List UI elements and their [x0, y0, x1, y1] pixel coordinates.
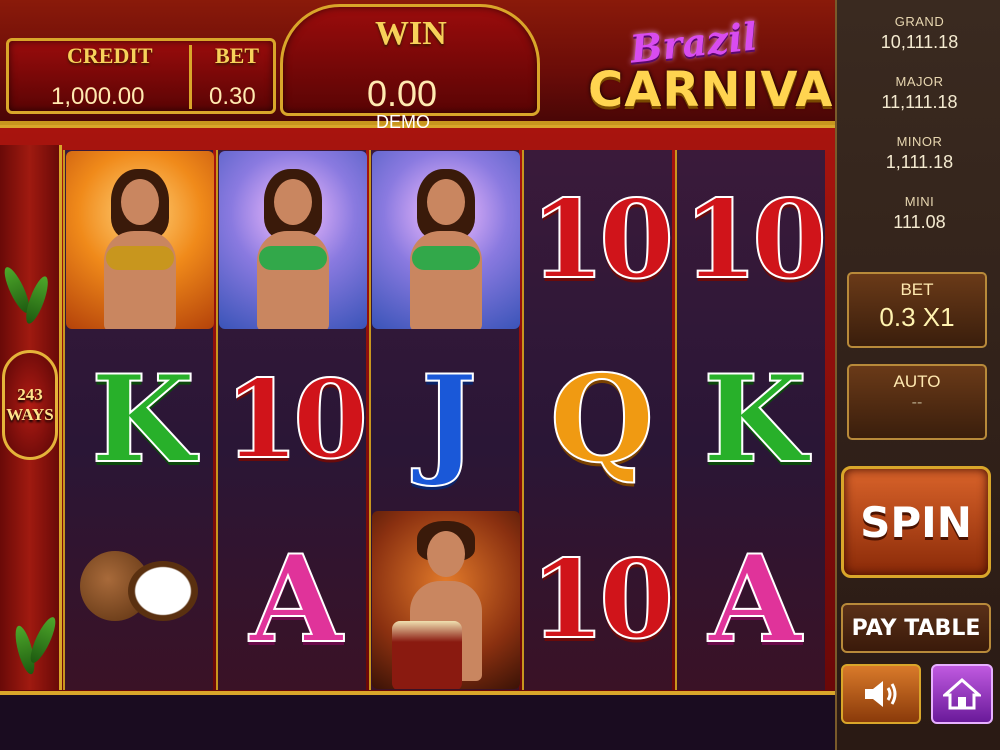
- figure-head: [427, 531, 465, 577]
- coconut-picture: [66, 511, 214, 689]
- paytable-label: PAY TABLE: [851, 615, 981, 641]
- win-value: 0.00: [367, 73, 438, 114]
- jackpot-value: 111.08: [893, 212, 946, 232]
- bet-value: 0.30: [209, 83, 256, 110]
- demo-label: DEMO: [376, 112, 430, 132]
- credit-label: CREDIT: [67, 43, 153, 68]
- figure-top: [412, 246, 480, 270]
- paytable-button[interactable]: PAY TABLE: [841, 603, 991, 653]
- reel-5: 10 K A: [675, 150, 828, 690]
- symbol-k-glyph: K: [702, 349, 808, 490]
- symbol-dancer-blue: [218, 150, 368, 330]
- figure-top: [106, 246, 174, 270]
- speaker-icon: [865, 681, 897, 707]
- ways-count: 243: [17, 385, 43, 404]
- symbol-drummer: [371, 510, 521, 690]
- symbol-j-glyph: J: [420, 349, 479, 490]
- palm-leaf-icon: [26, 614, 60, 666]
- reel-3: J: [369, 150, 521, 690]
- dancer-portrait: [66, 151, 214, 329]
- jackpot-value: 11,111.18: [881, 92, 958, 112]
- drum-icon: [392, 621, 462, 689]
- auto-button-value: --: [911, 394, 923, 411]
- symbol-10: 10: [524, 510, 675, 690]
- spin-button[interactable]: SPIN: [841, 466, 991, 578]
- ways-label: WAYS: [6, 405, 54, 424]
- symbol-10: 10: [218, 330, 369, 510]
- top-bar: CREDIT BET 1,000.00 0.30 WIN 0.00 DEMO B…: [0, 0, 864, 132]
- reel-2: 10 A: [216, 150, 369, 690]
- jackpot-minor: MINOR 1,111.18: [837, 134, 1000, 173]
- sound-button[interactable]: [841, 664, 921, 724]
- jackpot-grand: GRAND 10,111.18: [837, 14, 1000, 53]
- spin-label: SPIN: [860, 497, 972, 547]
- bet-button-label: BET: [900, 280, 934, 299]
- symbol-a-glyph: A: [248, 529, 343, 670]
- credit-value: 1,000.00: [51, 83, 145, 110]
- ways-badge: 243 WAYS: [2, 350, 58, 460]
- panel-divider: [189, 45, 192, 109]
- jackpot-value: 10,111.18: [880, 32, 959, 52]
- drummer-portrait: [372, 511, 520, 689]
- symbol-k: K: [677, 330, 827, 510]
- symbol-10-glyph: 10: [223, 357, 369, 483]
- credit-bet-panel: CREDIT BET 1,000.00 0.30: [6, 38, 276, 114]
- jackpot-major: MAJOR 11,111.18: [837, 74, 1000, 113]
- coconut-half-icon: [128, 561, 198, 621]
- symbol-k-glyph: K: [90, 349, 196, 490]
- symbol-q-glyph: Q: [549, 349, 655, 490]
- symbol-10: 10: [677, 150, 828, 330]
- figure-top: [259, 246, 327, 270]
- auto-button[interactable]: AUTO --: [847, 364, 987, 440]
- dancer-portrait: [372, 151, 520, 329]
- symbol-10-glyph: 10: [529, 177, 675, 303]
- symbol-k: K: [65, 330, 215, 510]
- jackpot-value: 1,111.18: [885, 152, 954, 172]
- bet-label: BET: [215, 43, 260, 68]
- auto-button-label: AUTO: [893, 372, 941, 391]
- figure-head: [427, 179, 465, 225]
- game-stage: CREDIT BET 1,000.00 0.30 WIN 0.00 DEMO B…: [0, 0, 1000, 750]
- jackpot-label: MINOR: [896, 134, 943, 149]
- jackpot-mini: MINI 111.08: [837, 194, 1000, 233]
- figure-head: [274, 179, 312, 225]
- win-panel: WIN 0.00: [280, 4, 540, 116]
- reel-4: 10 Q 10: [522, 150, 675, 690]
- symbol-a: A: [677, 510, 827, 690]
- dancer-portrait: [219, 151, 367, 329]
- jackpot-label: MINI: [904, 194, 935, 209]
- symbol-10: 10: [524, 150, 675, 330]
- symbol-a-glyph: A: [707, 529, 802, 670]
- win-label: WIN: [375, 15, 447, 52]
- symbol-10-glyph: 10: [529, 537, 675, 663]
- figure-head: [121, 179, 159, 225]
- symbol-dancer-orange: [65, 150, 215, 330]
- reel-1: K: [63, 150, 215, 690]
- symbol-coconut: [65, 510, 215, 690]
- symbol-q: Q: [524, 330, 674, 510]
- symbol-j: J: [371, 330, 521, 510]
- bet-button-value: 0.3 X1: [879, 302, 955, 332]
- home-icon: [943, 677, 981, 710]
- symbol-dancer-blue: [371, 150, 521, 330]
- bet-button[interactable]: BET 0.3 X1: [847, 272, 987, 348]
- symbol-10-glyph: 10: [682, 177, 828, 303]
- jackpot-label: GRAND: [894, 14, 945, 29]
- logo-carnival: CARNIVAL: [588, 62, 865, 118]
- jackpot-label: MAJOR: [895, 74, 944, 89]
- home-button[interactable]: [931, 664, 993, 724]
- symbol-a: A: [218, 510, 368, 690]
- bottom-strip: [0, 695, 835, 750]
